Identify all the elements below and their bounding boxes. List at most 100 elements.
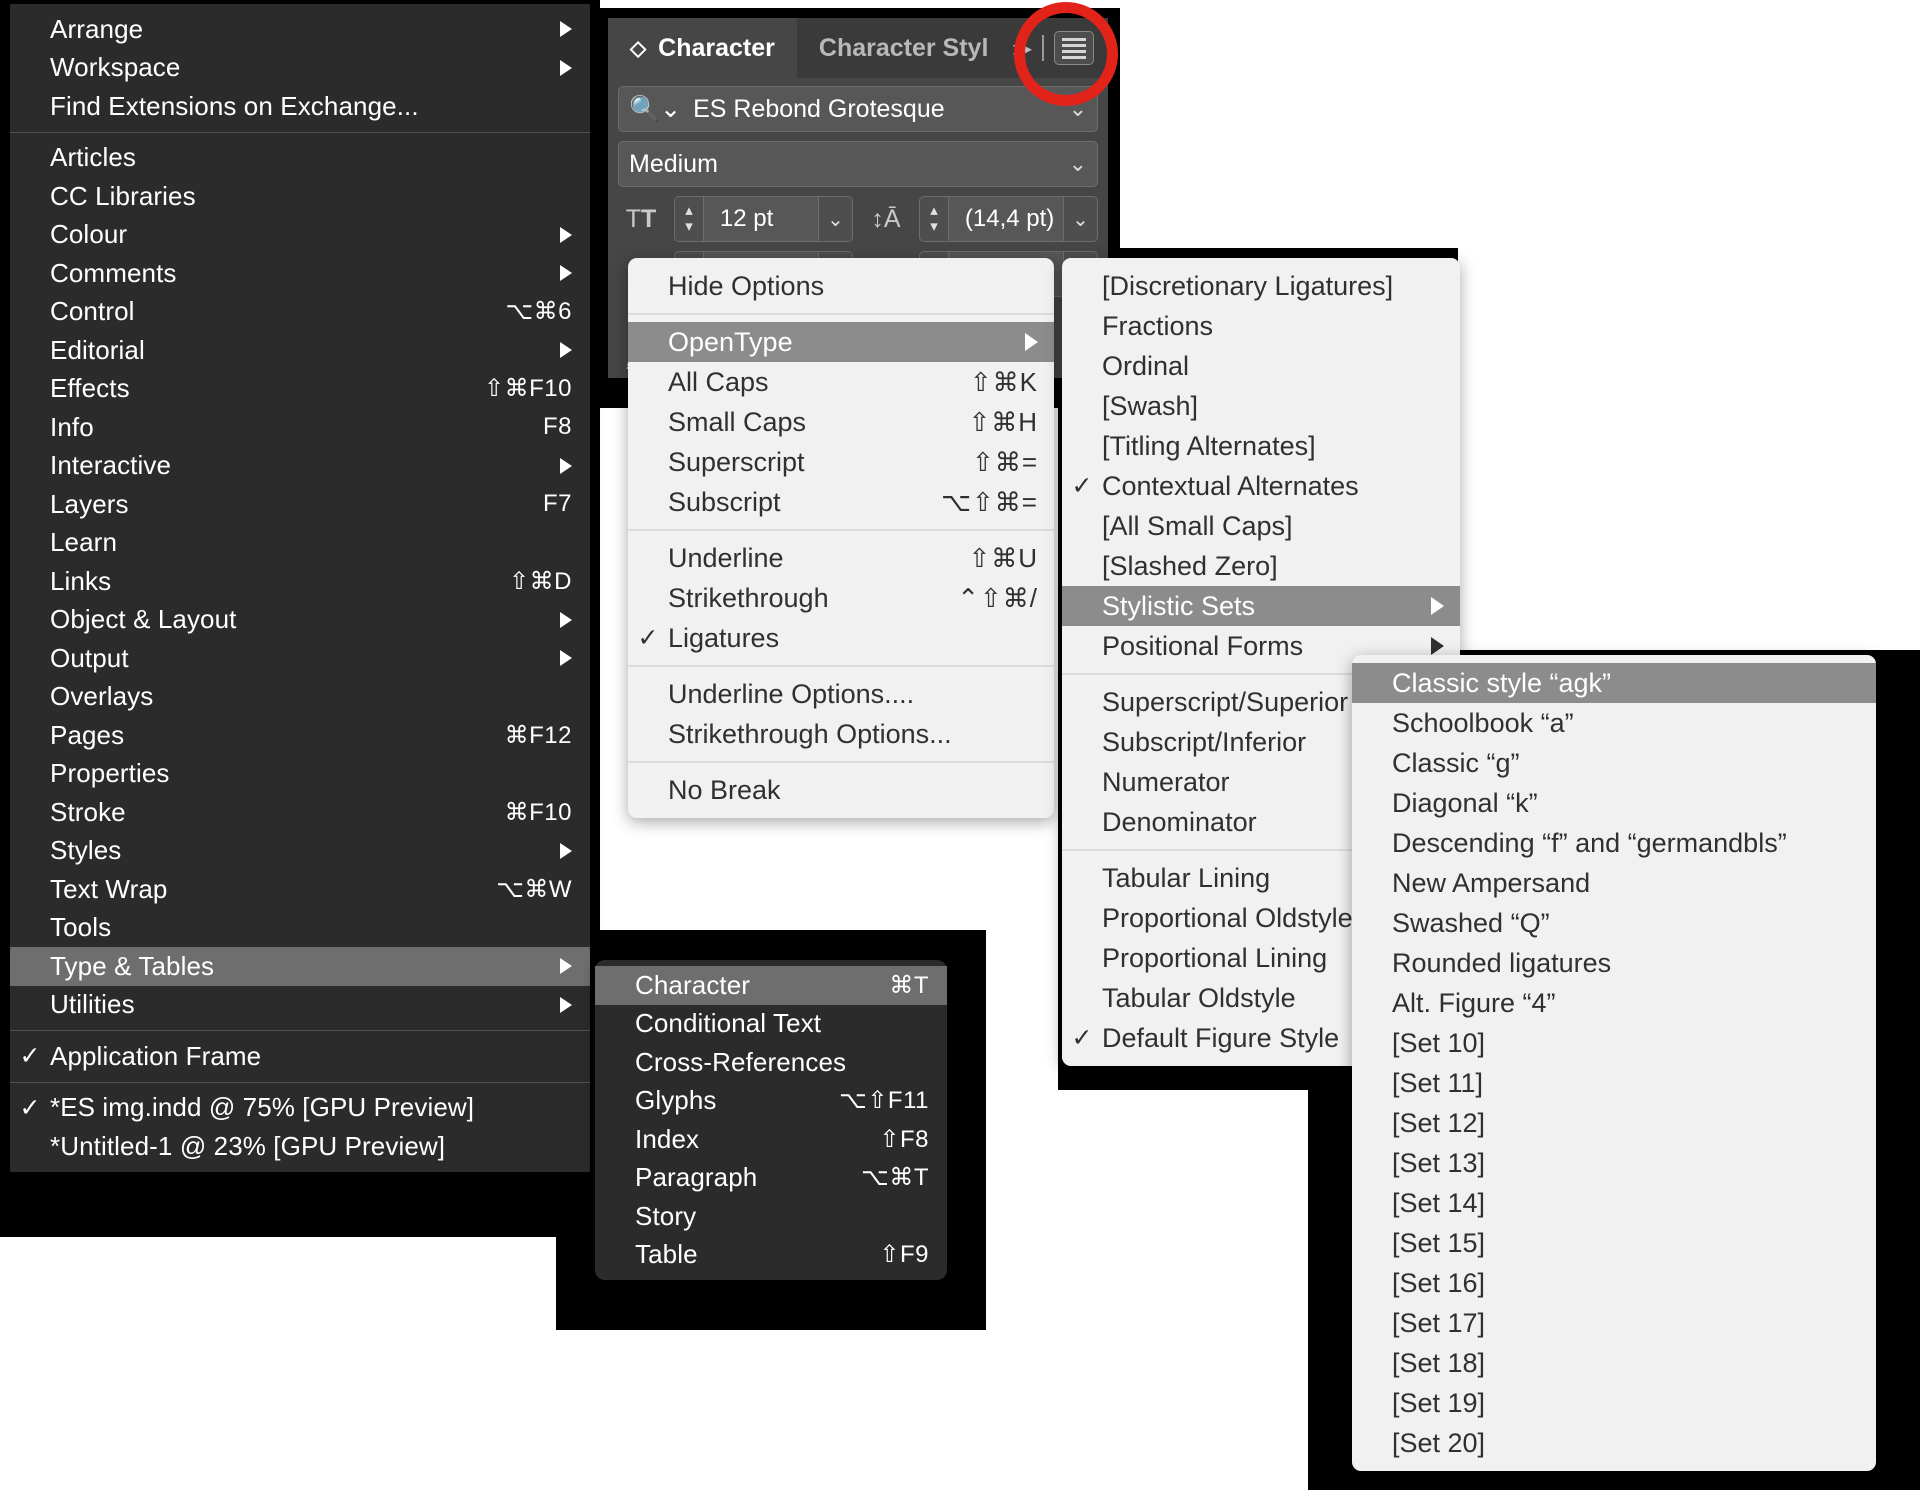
tab-character[interactable]: ◇ Character [608,18,797,78]
ot-item-all-small-caps[interactable]: [All Small Caps] [1062,506,1460,546]
menu-item-control[interactable]: Control ⌥⌘6 [10,293,590,332]
ss-item-5[interactable]: New Ampersand [1352,863,1876,903]
chevron-down-icon[interactable]: ⌄ [1069,151,1087,177]
menu-item-comments[interactable]: Comments [10,254,590,293]
flyout-item-strikethrough-options[interactable]: Strikethrough Options... [628,714,1054,754]
ot-item-discretionary-ligatures[interactable]: [Discretionary Ligatures] [1062,266,1460,306]
ss-item-1[interactable]: Schoolbook “a” [1352,703,1876,743]
submenu-item-story[interactable]: Story [595,1197,947,1236]
flyout-item-all-caps[interactable]: All Caps ⇧⌘K [628,362,1054,402]
ss-item-0[interactable]: Classic style “agk” [1352,663,1876,703]
chevron-down-icon[interactable]: ⌄ [1063,197,1097,241]
menu-item-object-layout[interactable]: Object & Layout [10,601,590,640]
submenu-item-paragraph[interactable]: Paragraph ⌥⌘T [595,1159,947,1198]
submenu-item-cross-references[interactable]: Cross-References [595,1043,947,1082]
flyout-item-label: Underline [668,542,784,573]
menu-item-overlays[interactable]: Overlays [10,678,590,717]
flyout-item-underline[interactable]: Underline ⇧⌘U [628,538,1054,578]
leading-stepper[interactable]: ▴ ▾ (14,4 pt) ⌄ [919,196,1098,242]
chevron-down-icon[interactable]: ⌄ [818,197,852,241]
font-size-stepper[interactable]: ▴ ▾ 12 pt ⌄ [674,196,853,242]
flyout-item-hide-options[interactable]: Hide Options [628,266,1054,306]
flyout-item-ligatures[interactable]: ✓ Ligatures [628,618,1054,658]
menu-item-cc-libraries[interactable]: CC Libraries [10,177,590,216]
ss-item-12[interactable]: [Set 13] [1352,1143,1876,1183]
ss-item-11[interactable]: [Set 12] [1352,1103,1876,1143]
submenu-item-glyphs[interactable]: Glyphs ⌥⇧F11 [595,1082,947,1121]
ot-item-slashed-zero[interactable]: [Slashed Zero] [1062,546,1460,586]
menu-item-links[interactable]: Links ⇧⌘D [10,562,590,601]
submenu-item-character[interactable]: Character ⌘T [595,966,947,1005]
menu-item-learn[interactable]: Learn [10,524,590,563]
ss-item-16[interactable]: [Set 17] [1352,1303,1876,1343]
menu-item-pages[interactable]: Pages ⌘F12 [10,716,590,755]
flyout-item-opentype[interactable]: OpenType [628,322,1054,362]
menu-item-editorial[interactable]: Editorial [10,331,590,370]
submenu-item-table[interactable]: Table ⇧F9 [595,1236,947,1275]
menu-item-stroke[interactable]: Stroke ⌘F10 [10,793,590,832]
ss-item-18[interactable]: [Set 19] [1352,1383,1876,1423]
menu-item-colour[interactable]: Colour [10,216,590,255]
ss-item-7[interactable]: Rounded ligatures [1352,943,1876,983]
menu-item-properties[interactable]: Properties [10,755,590,794]
character-panel-flyout-menu[interactable]: Hide Options OpenType All Caps ⇧⌘K Small… [628,258,1054,818]
submenu-item-conditional-text[interactable]: Conditional Text [595,1005,947,1044]
flyout-item-small-caps[interactable]: Small Caps ⇧⌘H [628,402,1054,442]
flyout-item-strikethrough[interactable]: Strikethrough ⌃⇧⌘/ [628,578,1054,618]
ss-item-9[interactable]: [Set 10] [1352,1023,1876,1063]
stepper-arrows-icon[interactable]: ▴▾ [920,197,949,241]
window-menu[interactable]: Arrange Workspace Find Extensions on Exc… [10,4,590,1172]
menu-item-document-es-img[interactable]: ✓ *ES img.indd @ 75% [GPU Preview] [10,1089,590,1128]
menu-item-arrange[interactable]: Arrange [10,10,590,49]
menu-item-tools[interactable]: Tools [10,909,590,948]
menu-item-output[interactable]: Output [10,639,590,678]
ss-item-10[interactable]: [Set 11] [1352,1063,1876,1103]
menu-item-type-tables[interactable]: Type & Tables [10,947,590,986]
ss-item-label: [Set 10] [1392,1027,1486,1058]
menu-item-workspace[interactable]: Workspace [10,49,590,88]
menu-item-utilities[interactable]: Utilities [10,986,590,1025]
menu-item-articles[interactable]: Articles [10,139,590,178]
ss-item-17[interactable]: [Set 18] [1352,1343,1876,1383]
flyout-item-superscript[interactable]: Superscript ⇧⌘= [628,442,1054,482]
ss-item-14[interactable]: [Set 15] [1352,1223,1876,1263]
menu-item-effects[interactable]: Effects ⇧⌘F10 [10,370,590,409]
flyout-item-no-break[interactable]: No Break [628,770,1054,810]
ot-item-stylistic-sets[interactable]: Stylistic Sets [1062,586,1460,626]
ss-item-2[interactable]: Classic “g” [1352,743,1876,783]
submenu-item-index[interactable]: Index ⇧F8 [595,1120,947,1159]
ss-item-label: [Set 11] [1392,1067,1484,1098]
ss-item-label: [Set 17] [1392,1307,1486,1338]
font-style-field[interactable]: Medium ⌄ [618,141,1098,187]
ot-item-titling-alternates[interactable]: [Titling Alternates] [1062,426,1460,466]
flyout-item-subscript[interactable]: Subscript ⌥⇧⌘= [628,482,1054,522]
menu-item-find-extensions[interactable]: Find Extensions on Exchange... [10,87,590,126]
ot-item-ordinal[interactable]: Ordinal [1062,346,1460,386]
flyout-item-label: Strikethrough Options... [668,718,952,749]
type-tables-submenu[interactable]: Character ⌘T Conditional Text Cross-Refe… [595,960,947,1280]
menu-item-application-frame[interactable]: ✓ Application Frame [10,1037,590,1076]
ss-item-8[interactable]: Alt. Figure “4” [1352,983,1876,1023]
ss-item-15[interactable]: [Set 16] [1352,1263,1876,1303]
menu-item-layers[interactable]: Layers F7 [10,485,590,524]
ot-item-swash[interactable]: [Swash] [1062,386,1460,426]
ss-item-13[interactable]: [Set 14] [1352,1183,1876,1223]
ss-item-4[interactable]: Descending “f” and “germandbls” [1352,823,1876,863]
stepper-arrows-icon[interactable]: ▴▾ [675,197,704,241]
tab-character-styles[interactable]: Character Styl [797,18,1011,78]
ss-item-6[interactable]: Swashed “Q” [1352,903,1876,943]
flyout-item-underline-options[interactable]: Underline Options.... [628,674,1054,714]
menu-item-document-untitled-1[interactable]: *Untitled-1 @ 23% [GPU Preview] [10,1127,590,1166]
ot-item-contextual-alternates[interactable]: ✓ Contextual Alternates [1062,466,1460,506]
ot-item-fractions[interactable]: Fractions [1062,306,1460,346]
menu-item-info[interactable]: Info F8 [10,408,590,447]
stylistic-sets-submenu[interactable]: Classic style “agk” Schoolbook “a” Class… [1352,655,1876,1471]
ss-item-3[interactable]: Diagonal “k” [1352,783,1876,823]
font-size-value: 12 pt [719,205,774,232]
font-family-field[interactable]: 🔍⌄ ES Rebond Grotesque ⌄ [618,86,1098,132]
ss-item-19[interactable]: [Set 20] [1352,1423,1876,1463]
menu-item-text-wrap[interactable]: Text Wrap ⌥⌘W [10,870,590,909]
menu-item-interactive[interactable]: Interactive [10,447,590,486]
menu-item-styles[interactable]: Styles [10,832,590,871]
menu-item-label: Interactive [50,450,172,481]
